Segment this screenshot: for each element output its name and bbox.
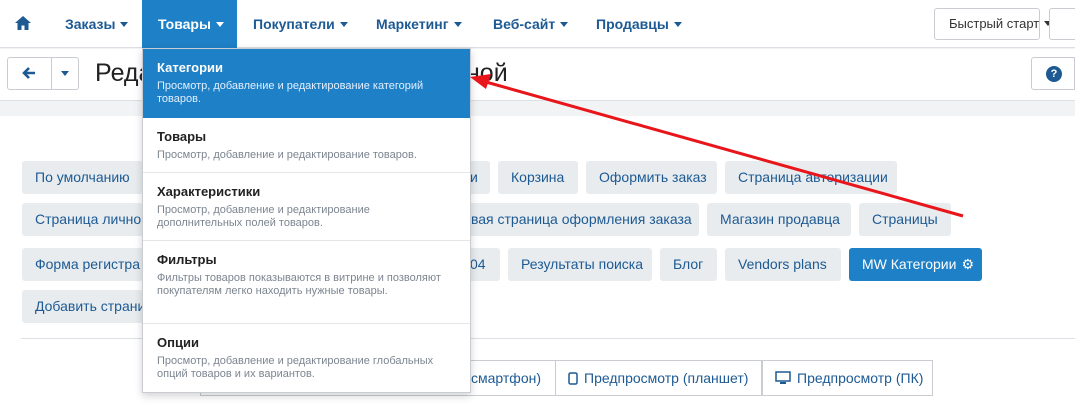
nav-marketing-label: Маркетинг: [376, 16, 449, 32]
nav-vendors-label: Продавцы: [596, 16, 669, 32]
user-menu-button[interactable]: [1049, 8, 1075, 40]
menu-item-title: Категории: [157, 60, 224, 75]
nav-products[interactable]: Товары: [142, 0, 237, 48]
question-circle-icon: ?: [1046, 66, 1062, 82]
menu-item-description: Просмотр, добавление и редактирование то…: [157, 149, 417, 161]
menu-item-description: Фильтры товаров показываются в витрине и…: [157, 272, 441, 297]
menu-item-title: Товары: [157, 129, 207, 144]
layout-login[interactable]: Страница авторизации: [725, 161, 897, 194]
layout-add-page[interactable]: Добавить страни: [22, 290, 143, 323]
chevron-down-icon: [673, 22, 682, 27]
nav-customers[interactable]: Покупатели: [253, 0, 348, 48]
nav-website[interactable]: Веб-сайт: [493, 0, 569, 48]
back-dropdown-button[interactable]: [52, 58, 78, 89]
layout-pages[interactable]: Страницы: [859, 203, 951, 236]
nav-customers-label: Покупатели: [253, 16, 335, 32]
top-navigation: Заказы Товары Покупатели Маркетинг Веб-с…: [0, 0, 1075, 48]
arrow-left-icon: [22, 67, 35, 79]
layout-search-results[interactable]: Результаты поиска: [508, 248, 652, 281]
nav-website-label: Веб-сайт: [493, 16, 556, 32]
home-icon[interactable]: [14, 15, 32, 33]
back-button[interactable]: [8, 58, 52, 89]
chevron-down-icon: [215, 22, 224, 27]
layout-checkout[interactable]: Оформить заказ: [586, 161, 717, 194]
menu-item-title: Опции: [157, 335, 199, 350]
preview-pc-label: Предпросмотр (ПК): [797, 370, 924, 386]
nav-vendors[interactable]: Продавцы: [596, 0, 682, 48]
chevron-down-icon: [453, 22, 462, 27]
nav-products-label: Товары: [158, 16, 211, 32]
gear-icon[interactable]: ⚙: [961, 248, 974, 281]
preview-pc-button[interactable]: Предпросмотр (ПК): [762, 360, 933, 396]
menu-item-features[interactable]: Характеристики Просмотр, добавление и ре…: [143, 173, 470, 241]
desktop-icon: [775, 363, 791, 397]
preview-smartphone-label: смартфон): [471, 370, 541, 386]
page-title-end: ной: [466, 59, 508, 87]
menu-item-description: Просмотр, добавление и редактирование гл…: [157, 355, 434, 380]
preview-tablet-button[interactable]: Предпросмотр (планшет): [555, 360, 762, 396]
quick-start-label: Быстрый старт: [949, 16, 1040, 31]
menu-item-products[interactable]: Товары Просмотр, добавление и редактиров…: [143, 118, 470, 173]
quick-start-button[interactable]: Быстрый старт: [934, 8, 1053, 40]
layout-vendors-plans[interactable]: Vendors plans: [725, 248, 841, 281]
chevron-down-icon: [120, 22, 129, 27]
chevron-down-icon: [560, 22, 569, 27]
layout-registration[interactable]: Форма регистра: [22, 248, 143, 281]
layout-checkout-alt[interactable]: левая страница оформления заказа: [442, 203, 699, 236]
nav-marketing[interactable]: Маркетинг: [376, 0, 462, 48]
layout-checkout-alt-label: левая страница оформления заказа: [455, 211, 692, 227]
menu-item-title: Фильтры: [157, 252, 217, 267]
layout-default[interactable]: По умолчанию: [22, 161, 143, 194]
menu-item-categories[interactable]: Категории Просмотр, добавление и редакти…: [143, 49, 470, 118]
layout-profile[interactable]: Страница личной: [22, 203, 143, 236]
menu-item-filters[interactable]: Фильтры Фильтры товаров показываются в в…: [143, 241, 470, 324]
tablet-icon: [568, 363, 578, 397]
layout-blog[interactable]: Блог: [660, 248, 717, 281]
menu-item-title: Характеристики: [157, 184, 261, 199]
back-button-group: [7, 57, 79, 90]
layout-mw-categories-label: MW Категории: [862, 256, 957, 272]
preview-tablet-label: Предпросмотр (планшет): [584, 370, 749, 386]
layout-cart[interactable]: Корзина: [498, 161, 578, 194]
menu-item-description: Просмотр, добавление и редактирование до…: [157, 204, 370, 229]
layout-mw-categories[interactable]: MW Категории ⚙: [849, 248, 982, 281]
chevron-down-icon: [339, 22, 348, 27]
layout-vendor-store[interactable]: Магазин продавца: [707, 203, 851, 236]
help-button[interactable]: ?: [1031, 57, 1075, 90]
products-dropdown-menu: Категории Просмотр, добавление и редакти…: [142, 48, 471, 393]
nav-orders-label: Заказы: [65, 16, 116, 32]
menu-item-description: Просмотр, добавление и редактирование ка…: [157, 80, 424, 105]
menu-item-options[interactable]: Опции Просмотр, добавление и редактирова…: [143, 324, 470, 392]
nav-orders[interactable]: Заказы: [65, 0, 129, 48]
chevron-down-icon: [61, 71, 69, 76]
